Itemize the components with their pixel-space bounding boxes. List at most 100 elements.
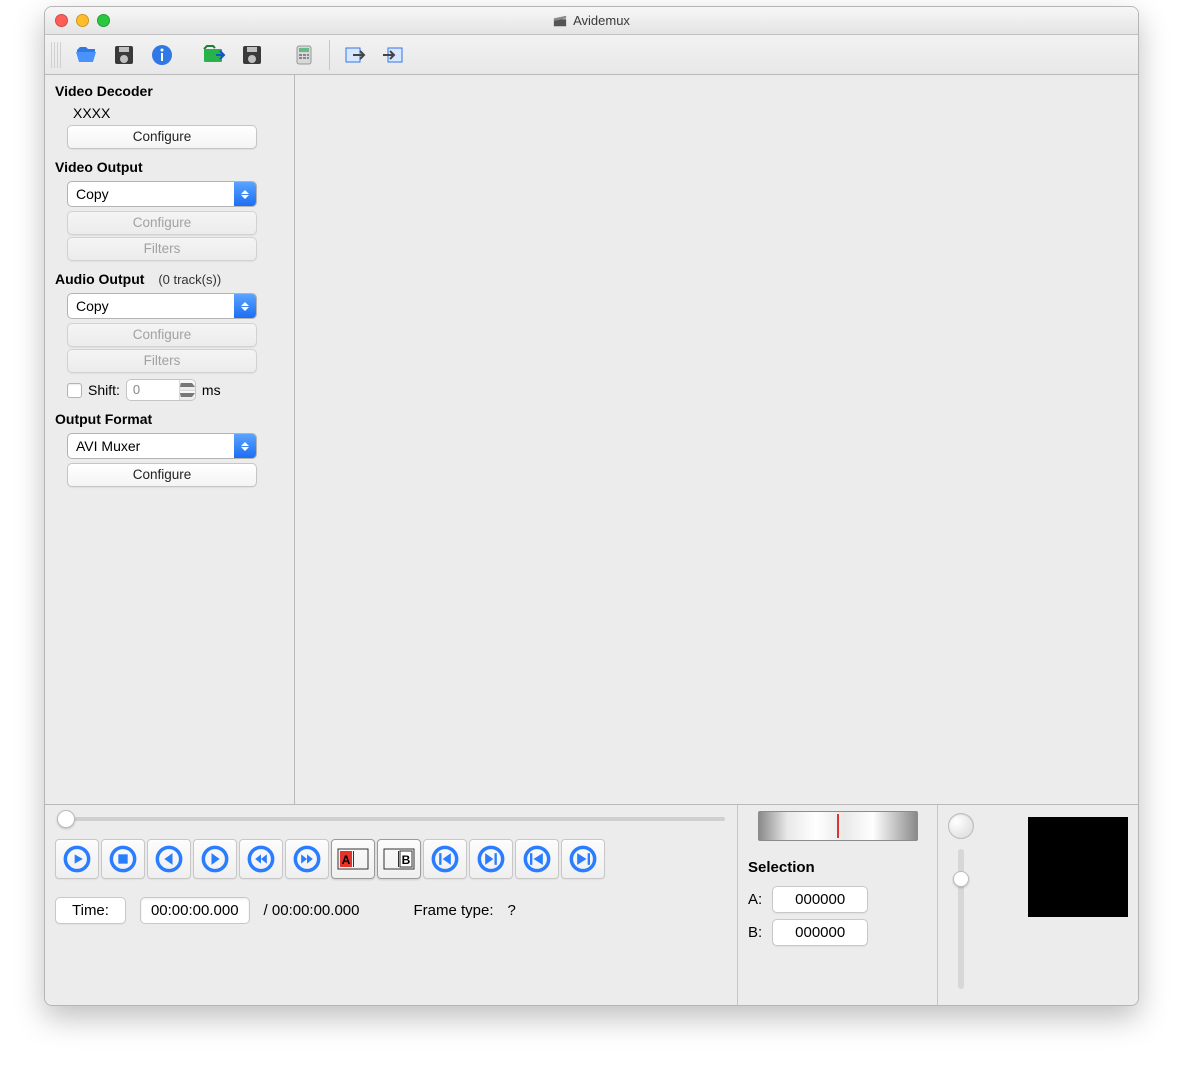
selection-a-label: A: <box>748 891 762 908</box>
time-row: Time: 00:00:00.000 / 00:00:00.000 Frame … <box>55 891 727 924</box>
minimize-window-button[interactable] <box>76 14 89 27</box>
spin-buttons <box>179 380 195 400</box>
spin-up-button[interactable] <box>179 380 195 390</box>
video-decoder-title: Video Decoder <box>55 83 284 99</box>
calculator-icon <box>292 43 316 67</box>
window-title-text: Avidemux <box>573 13 630 28</box>
seek-knob[interactable] <box>57 810 75 828</box>
titlebar: Avidemux <box>45 7 1138 35</box>
svg-text:A: A <box>342 853 351 867</box>
chevron-updown-icon <box>234 294 256 318</box>
play-button[interactable] <box>55 839 99 879</box>
set-marker-a-button[interactable]: A <box>331 839 375 879</box>
selection-panel: Selection A: 000000 B: 000000 <box>738 805 938 1005</box>
speaker-icon[interactable] <box>948 813 974 839</box>
selection-b-label: B: <box>748 924 762 941</box>
import-button[interactable] <box>197 40 231 70</box>
playbar: A B <box>55 835 727 891</box>
audio-shift-row: Shift: 0 ms <box>67 379 284 401</box>
zoom-window-button[interactable] <box>97 14 110 27</box>
video-preview <box>295 75 1138 804</box>
toolbar <box>45 35 1138 75</box>
play-icon <box>63 845 91 873</box>
volume-knob[interactable] <box>953 871 969 887</box>
rewind-icon <box>247 845 275 873</box>
rewind-button[interactable] <box>239 839 283 879</box>
marker-a-icon: A <box>336 846 370 872</box>
next-keyframe-button[interactable] <box>561 839 605 879</box>
jog-wheel[interactable] <box>758 811 918 841</box>
next-frame-button[interactable] <box>193 839 237 879</box>
chevron-updown-icon <box>234 182 256 206</box>
volume-panel <box>938 805 1138 1005</box>
info-icon <box>150 43 174 67</box>
window-title: Avidemux <box>45 13 1138 28</box>
goto-a-icon <box>431 845 459 873</box>
frame-type-value: ? <box>508 902 516 919</box>
export-button[interactable] <box>235 40 269 70</box>
output-format-title: Output Format <box>55 411 284 427</box>
disk-export-icon <box>240 43 264 67</box>
audio-output-configure-button: Configure <box>67 323 257 347</box>
audio-output-filters-button: Filters <box>67 349 257 373</box>
close-window-button[interactable] <box>55 14 68 27</box>
open-folder-icon <box>74 43 98 67</box>
audio-shift-label: Shift: <box>88 382 120 398</box>
calculator-button[interactable] <box>287 40 321 70</box>
save-file-button[interactable] <box>107 40 141 70</box>
bottom-panel: A B Time: 00:00:00.000 / 00:00:00.000 Fr… <box>45 805 1138 1005</box>
jump-out-icon <box>381 43 405 67</box>
audio-output-select[interactable]: Copy <box>67 293 257 319</box>
goto-marker-b-button[interactable] <box>469 839 513 879</box>
time-total: / 00:00:00.000 <box>264 902 360 919</box>
video-output-selected: Copy <box>68 182 234 206</box>
selection-b-value: 000000 <box>772 919 868 946</box>
clapperboard-icon <box>553 14 567 28</box>
jump-to-marker-b-button[interactable] <box>376 40 410 70</box>
fast-forward-button[interactable] <box>285 839 329 879</box>
audio-output-title: Audio Output (0 track(s)) <box>55 271 284 287</box>
vu-meter <box>1028 817 1128 917</box>
forward-icon <box>293 845 321 873</box>
video-decoder-codec: XXXX <box>73 105 284 121</box>
set-marker-b-button[interactable]: B <box>377 839 421 879</box>
output-format-configure-button[interactable]: Configure <box>67 463 257 487</box>
info-button[interactable] <box>145 40 179 70</box>
volume-slider[interactable] <box>958 849 964 989</box>
goto-b-icon <box>477 845 505 873</box>
frame-type-label: Frame type: <box>413 902 493 919</box>
output-format-select[interactable]: AVI Muxer <box>67 433 257 459</box>
time-label: Time: <box>55 897 126 924</box>
output-format-selected: AVI Muxer <box>68 434 234 458</box>
audio-shift-checkbox[interactable] <box>67 383 82 398</box>
sidebar: Video Decoder XXXX Configure Video Outpu… <box>45 75 295 804</box>
open-file-button[interactable] <box>69 40 103 70</box>
goto-marker-a-button[interactable] <box>423 839 467 879</box>
prev-frame-icon <box>155 845 183 873</box>
marker-b-icon: B <box>382 846 416 872</box>
audio-output-tracks: (0 track(s)) <box>158 272 221 287</box>
traffic-lights <box>55 14 110 27</box>
selection-title: Selection <box>748 859 927 876</box>
toolbar-grip <box>51 42 61 68</box>
app-window: Avidemux <box>44 6 1139 1006</box>
spin-down-button[interactable] <box>179 390 195 401</box>
audio-shift-spinbox[interactable]: 0 <box>126 379 196 401</box>
video-decoder-configure-button[interactable]: Configure <box>67 125 257 149</box>
seek-slider[interactable] <box>57 817 725 821</box>
svg-text:B: B <box>402 853 411 867</box>
transport-panel: A B Time: 00:00:00.000 / 00:00:00.000 Fr… <box>45 805 738 1005</box>
stop-button[interactable] <box>101 839 145 879</box>
jump-to-marker-a-button[interactable] <box>338 40 372 70</box>
video-output-filters-button: Filters <box>67 237 257 261</box>
folder-import-icon <box>202 43 226 67</box>
audio-shift-value: 0 <box>127 380 179 400</box>
video-output-configure-button: Configure <box>67 211 257 235</box>
prev-frame-button[interactable] <box>147 839 191 879</box>
video-output-select[interactable]: Copy <box>67 181 257 207</box>
time-current-input[interactable]: 00:00:00.000 <box>140 897 250 924</box>
stop-icon <box>109 845 137 873</box>
next-frame-icon <box>201 845 229 873</box>
prev-keyframe-button[interactable] <box>515 839 559 879</box>
next-key-icon <box>569 845 597 873</box>
